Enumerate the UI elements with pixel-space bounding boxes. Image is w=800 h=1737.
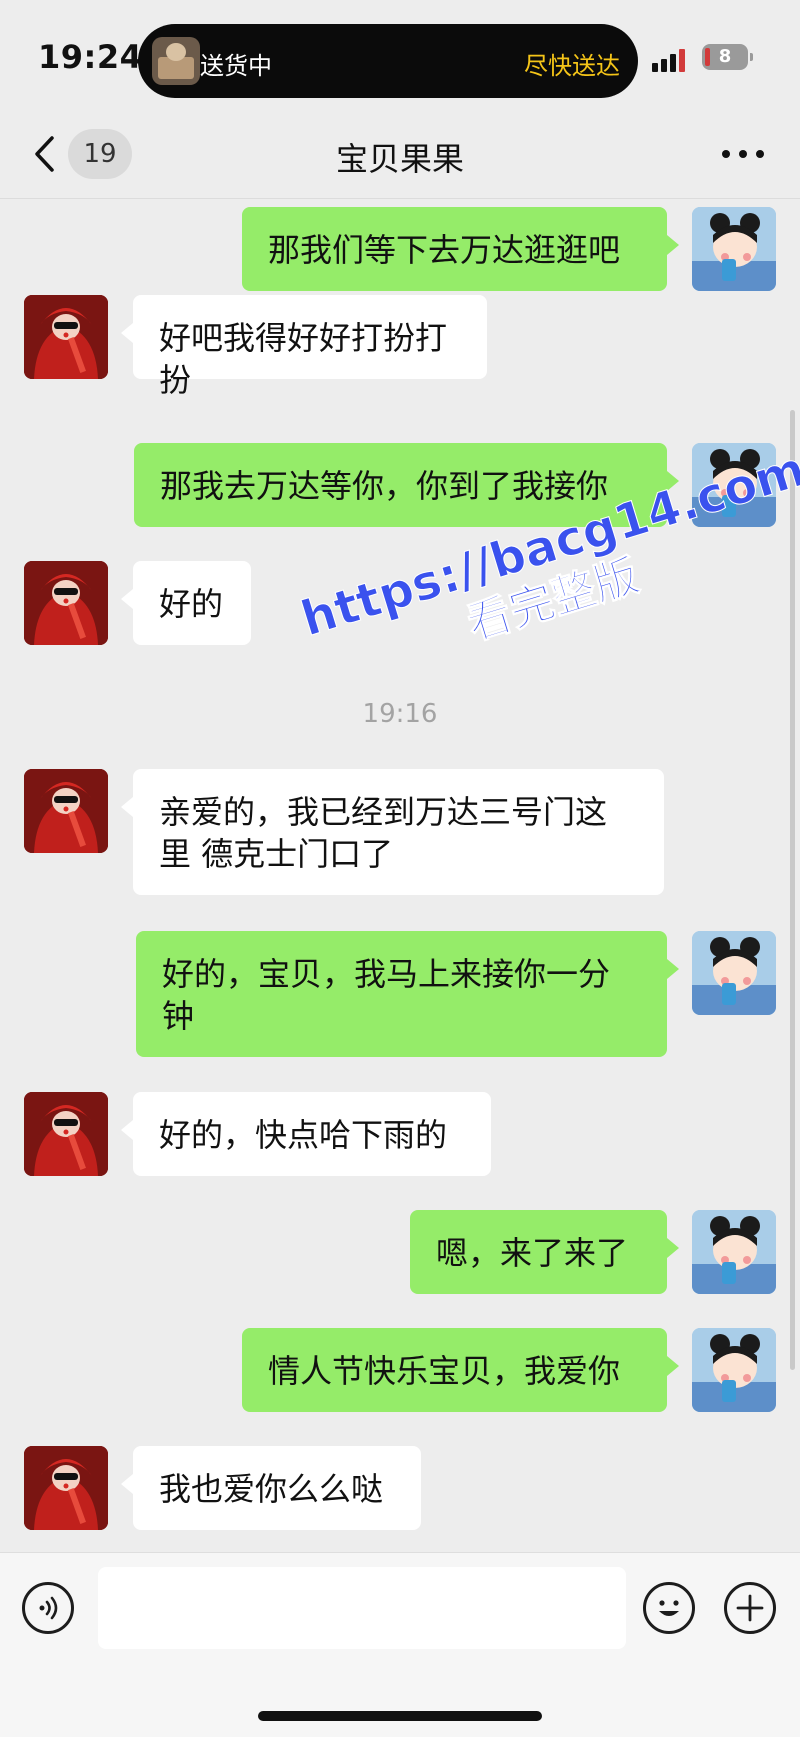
chat-title: 宝贝果果 bbox=[335, 140, 464, 178]
signal-icon bbox=[652, 44, 692, 72]
message-bubble-sent[interactable]: 情人节快乐宝贝，我爱你 bbox=[242, 1328, 679, 1412]
add-button[interactable] bbox=[724, 1582, 776, 1634]
message-bubble-received[interactable]: 好的，快点哈下雨的 bbox=[121, 1092, 491, 1176]
avatar-self[interactable] bbox=[692, 1328, 776, 1412]
message-list[interactable]: 那我们等下去万达逛逛吧 好吧我得好好打扮打扮 那我去万达等你，你到了我接你 好的… bbox=[0, 199, 800, 1551]
avatar-self[interactable] bbox=[692, 1210, 776, 1294]
chat-header: 19 宝贝果果 bbox=[0, 110, 800, 199]
input-bar bbox=[0, 1552, 800, 1737]
message-bubble-received[interactable]: 好的 bbox=[121, 561, 251, 645]
avatar-contact[interactable] bbox=[24, 769, 108, 853]
activity-eta: 尽快送达 bbox=[524, 52, 620, 80]
message-bubble-received[interactable]: 我也爱你么么哒 bbox=[121, 1446, 421, 1530]
avatar-contact[interactable] bbox=[24, 1446, 108, 1530]
emoji-icon bbox=[659, 1600, 679, 1616]
voice-icon bbox=[39, 1596, 58, 1620]
message-bubble-received[interactable]: 亲爱的，我已经到万达三号门这里 德克士门口了 bbox=[121, 769, 664, 895]
avatar-contact[interactable] bbox=[24, 295, 108, 379]
message-bubble-sent[interactable]: 好的，宝贝，我马上来接你一分钟 bbox=[136, 931, 679, 1057]
message-bubble-sent[interactable]: 那我们等下去万达逛逛吧 bbox=[242, 207, 679, 291]
message-bubble-received[interactable]: 好吧我得好好打扮打扮 bbox=[121, 295, 487, 399]
message-input[interactable] bbox=[98, 1567, 626, 1649]
activity-status: 送货中 bbox=[200, 52, 272, 80]
delivery-thumbnail bbox=[152, 37, 200, 85]
live-activity[interactable]: 送货中 尽快送达 bbox=[138, 24, 638, 98]
plus-icon bbox=[736, 1594, 764, 1622]
avatar-self[interactable] bbox=[692, 207, 776, 291]
avatar-self[interactable] bbox=[692, 931, 776, 1015]
emoji-button[interactable] bbox=[643, 1582, 695, 1634]
avatar-contact[interactable] bbox=[24, 561, 108, 645]
avatar-contact[interactable] bbox=[24, 1092, 108, 1176]
timestamp-divider: 19:16 bbox=[362, 699, 438, 729]
home-indicator[interactable] bbox=[258, 1711, 542, 1721]
more-dots-icon[interactable] bbox=[722, 150, 766, 160]
voice-button[interactable] bbox=[22, 1582, 74, 1634]
battery-icon: 8 bbox=[702, 44, 753, 70]
message-bubble-sent[interactable]: 嗯，来了来了 bbox=[410, 1210, 679, 1294]
status-time: 19:24 bbox=[38, 38, 143, 76]
status-bar: 19:24 送货中 尽快送达 8 bbox=[0, 0, 800, 110]
